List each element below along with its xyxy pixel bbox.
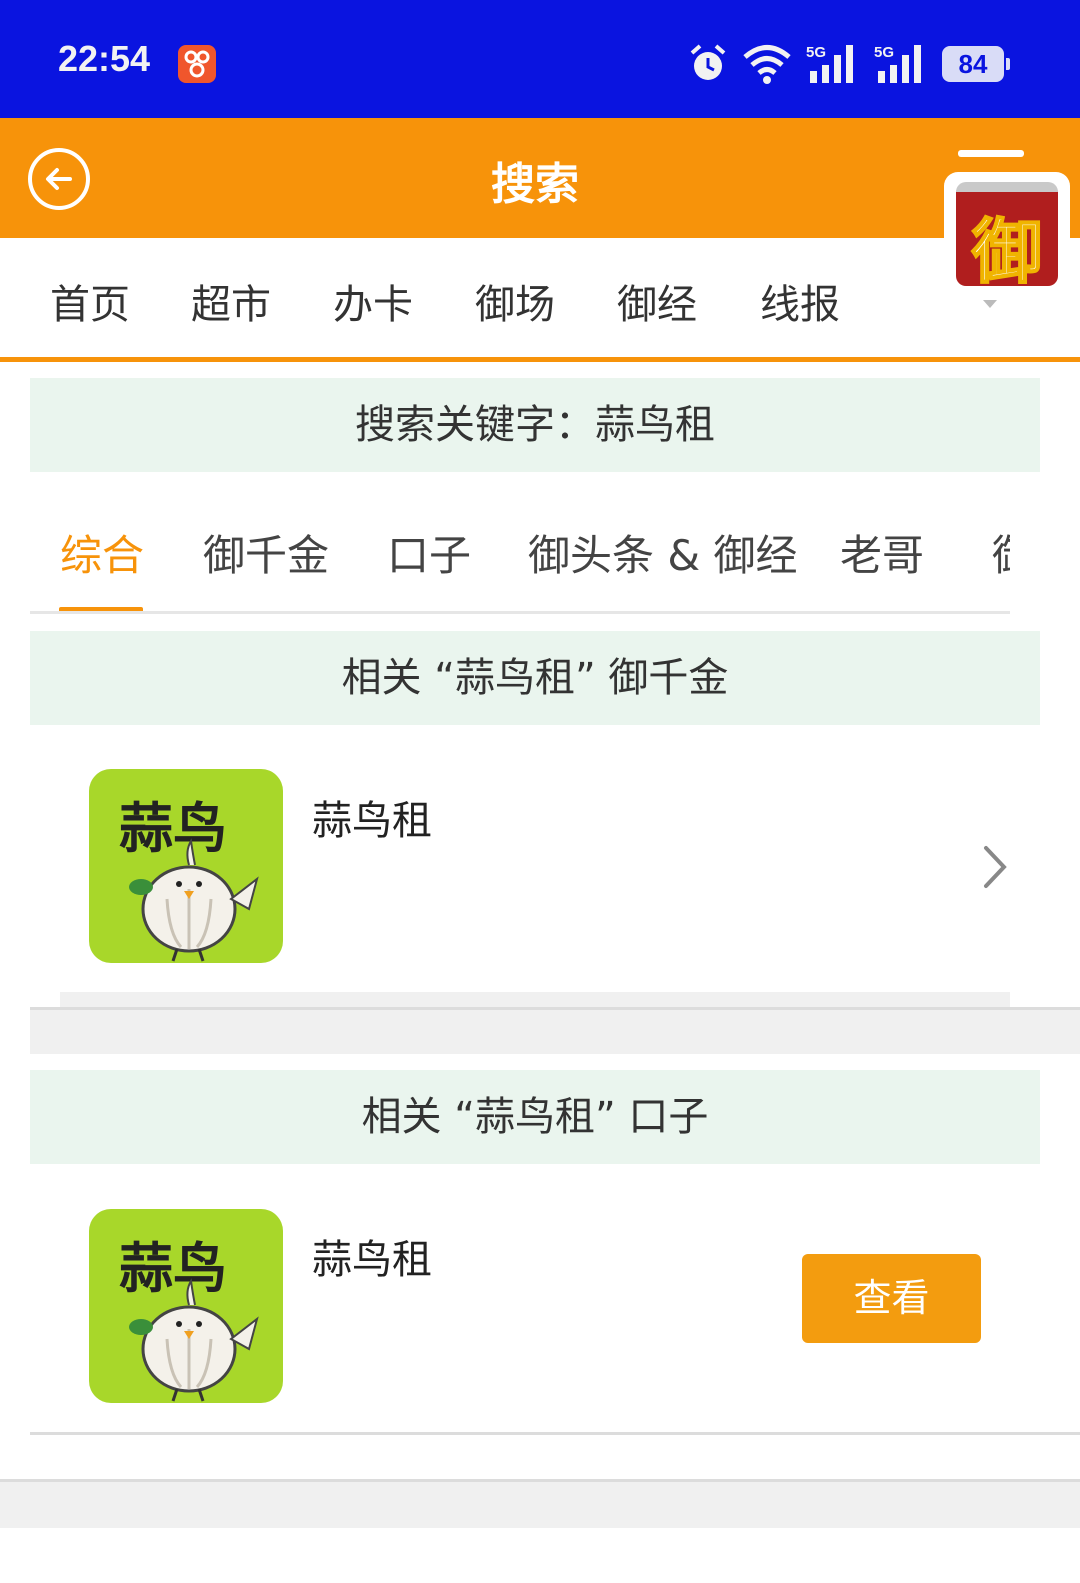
top-nav: 首页 超市 办卡 御场 御经 线报 [0,238,1080,362]
title-bar: 搜索 [0,118,1080,238]
signal-5g-icon-2: 5G [874,44,921,83]
active-tab-indicator [59,607,143,611]
chevron-right-icon[interactable] [976,842,1012,892]
search-keyword-banner: 搜索关键字：蒜鸟租 [30,378,1040,472]
section-divider-line [30,1432,1080,1435]
nav-item-deals[interactable]: 线报 [760,272,840,330]
signal-5g-icon-1: 5G [806,44,853,83]
bottom-gap [0,1482,1080,1528]
section-header-yuqianjin: 相关 “蒜鸟租” 御千金 [30,631,1040,725]
result-tabs: 综合 御千金 口子 御头条 & 御经 老哥 御 [30,490,1010,614]
tab-all[interactable]: 综合 [60,522,144,583]
result-name[interactable]: 蒜鸟租 [312,788,432,846]
menu-icon[interactable] [958,150,1024,157]
nav-item-market[interactable]: 超市 [191,272,271,330]
item-divider [60,992,1010,1008]
section-gap [30,1010,1080,1054]
tab-more[interactable]: 御 [992,522,1010,583]
logo-seal: 御 [956,182,1058,294]
app-notification-icon [178,45,216,83]
nav-item-experience[interactable]: 御经 [617,272,697,330]
status-bar: 22:54 5G 5G 84 [0,0,1080,118]
svg-text:蒜鸟: 蒜鸟 [119,1237,227,1300]
alarm-icon [690,44,726,80]
garlic-bird-icon[interactable]: 蒜鸟 [89,769,283,963]
app-logo[interactable]: 御 [944,172,1070,294]
battery-indicator: 84 [942,46,1010,82]
nav-item-home[interactable]: 首页 [50,272,130,330]
tab-laoge[interactable]: 老哥 [840,522,924,583]
svg-text:5G: 5G [806,44,826,61]
result-name[interactable]: 蒜鸟租 [312,1227,432,1285]
status-icons: 5G 5G 84 [688,40,1010,88]
nav-item-field[interactable]: 御场 [475,272,555,330]
svg-text:5G: 5G [874,44,894,61]
view-button[interactable]: 查看 [802,1254,981,1343]
nav-dropdown-icon[interactable] [983,300,997,308]
tab-kouzi[interactable]: 口子 [387,522,471,583]
page-title: 搜索 [491,159,579,210]
section-header-kouzi: 相关 “蒜鸟租” 口子 [30,1070,1040,1164]
status-time: 22:54 [58,38,151,79]
nav-item-card[interactable]: 办卡 [333,272,413,330]
svg-text:蒜鸟: 蒜鸟 [119,797,227,860]
wifi-icon [743,45,791,84]
garlic-bird-icon[interactable]: 蒜鸟 [89,1209,283,1403]
tab-headlines[interactable]: 御头条 & 御经 [528,522,797,583]
logo-char: 御 [971,209,1043,294]
tab-yuqianjin[interactable]: 御千金 [203,522,329,583]
